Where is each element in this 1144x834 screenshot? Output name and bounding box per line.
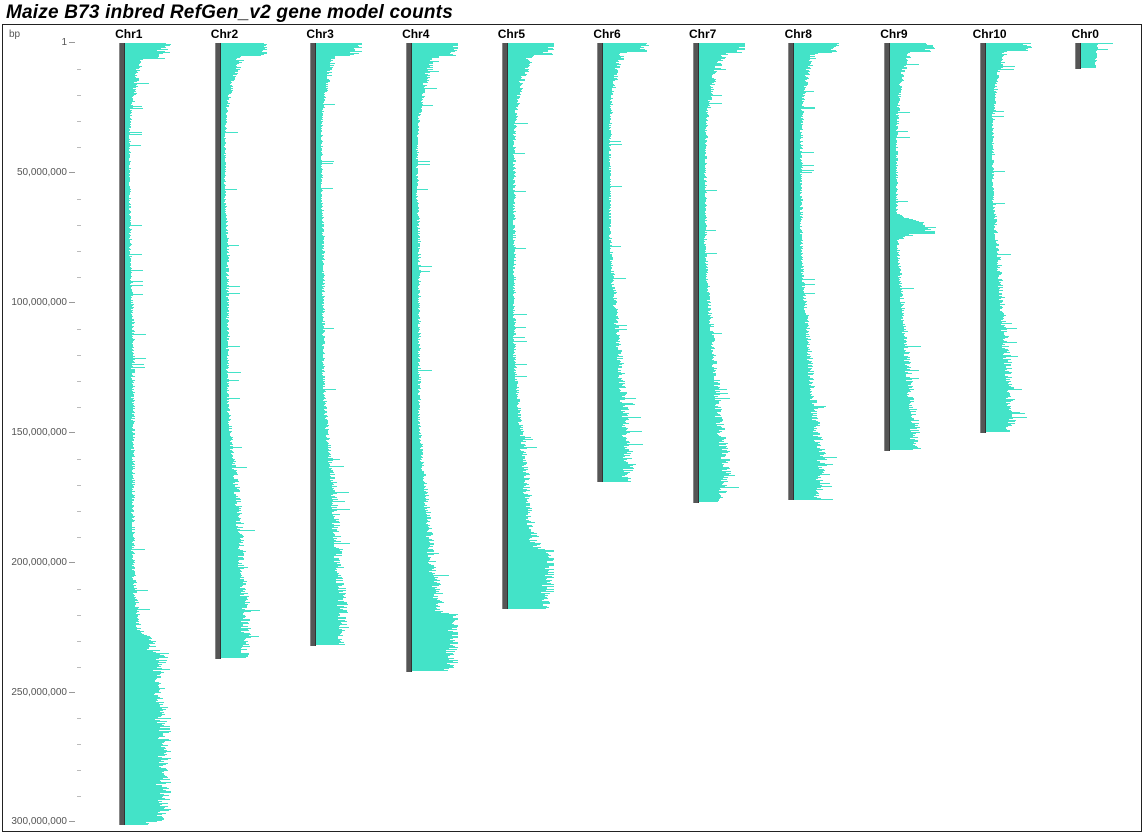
- chromosome-column: Chr7: [655, 25, 751, 825]
- density-track: [508, 43, 558, 609]
- chromosome-column: Chr4: [368, 25, 464, 825]
- y-tick: 300,000,000: [3, 816, 81, 827]
- chromosome-body: [559, 43, 655, 825]
- chromosome-label: Chr5: [498, 27, 525, 43]
- chart-container: Maize B73 inbred RefGen_v2 gene model co…: [0, 0, 1144, 834]
- chromosome-column: Chr10: [942, 25, 1038, 825]
- chromosome-column: Chr0: [1037, 25, 1133, 825]
- y-tick-label: 50,000,000: [17, 167, 67, 178]
- density-track: [1081, 43, 1131, 69]
- density-track: [699, 43, 749, 503]
- chromosome-label: Chr6: [593, 27, 620, 43]
- chromosome-label: Chr9: [880, 27, 907, 43]
- chromosome-label: Chr4: [402, 27, 429, 43]
- chromosome-body: [81, 43, 177, 825]
- density-track: [603, 43, 653, 482]
- chromosome-body: [177, 43, 273, 825]
- chromosome-column: Chr6: [559, 25, 655, 825]
- y-tick: 1: [3, 37, 81, 48]
- chromosome-column: Chr9: [846, 25, 942, 825]
- density-track: [316, 43, 366, 646]
- chromosome-column: Chr8: [750, 25, 846, 825]
- density-track: [412, 43, 462, 672]
- page-title: Maize B73 inbred RefGen_v2 gene model co…: [0, 0, 1144, 24]
- y-tick-label: 1: [61, 37, 67, 48]
- chromosome-body: [368, 43, 464, 825]
- chromosome-body: [655, 43, 751, 825]
- chromosome-column: Chr2: [177, 25, 273, 825]
- y-axis: bp 150,000,000100,000,000150,000,000200,…: [3, 25, 81, 831]
- chromosome-column: Chr5: [464, 25, 560, 825]
- chromosome-body: [942, 43, 1038, 825]
- plot-area: Chr1 Chr2 Chr3 Chr4 Chr5 Chr6 Chr7 Chr8 Chr9 Chr1…: [81, 25, 1133, 825]
- chromosome-body: [750, 43, 846, 825]
- chromosome-body: [846, 43, 942, 825]
- chromosome-label: Chr3: [306, 27, 333, 43]
- y-tick-label: 250,000,000: [11, 687, 67, 698]
- chromosome-label: Chr8: [785, 27, 812, 43]
- y-tick-label: 100,000,000: [11, 297, 67, 308]
- density-track: [890, 43, 940, 451]
- chromosome-label: Chr10: [973, 27, 1007, 43]
- y-tick-label: 150,000,000: [11, 427, 67, 438]
- y-tick-label: 300,000,000: [11, 816, 67, 827]
- chromosome-column: Chr1: [81, 25, 177, 825]
- chromosome-body: [1037, 43, 1133, 825]
- chromosome-label: Chr0: [1072, 27, 1099, 43]
- y-tick: 250,000,000: [3, 687, 81, 698]
- chromosome-label: Chr1: [115, 27, 142, 43]
- chromosome-column: Chr3: [272, 25, 368, 825]
- chromosome-body: [464, 43, 560, 825]
- chromosome-body: [272, 43, 368, 825]
- density-track: [221, 43, 271, 659]
- density-track: [986, 43, 1036, 433]
- y-tick: 100,000,000: [3, 297, 81, 308]
- y-tick-label: 200,000,000: [11, 557, 67, 568]
- chart-frame: bp 150,000,000100,000,000150,000,000200,…: [2, 24, 1142, 832]
- y-tick: 150,000,000: [3, 427, 81, 438]
- y-tick: 200,000,000: [3, 557, 81, 568]
- density-track: [794, 43, 844, 500]
- chromosome-label: Chr2: [211, 27, 238, 43]
- density-track: [125, 43, 175, 825]
- chromosome-label: Chr7: [689, 27, 716, 43]
- y-tick: 50,000,000: [3, 167, 81, 178]
